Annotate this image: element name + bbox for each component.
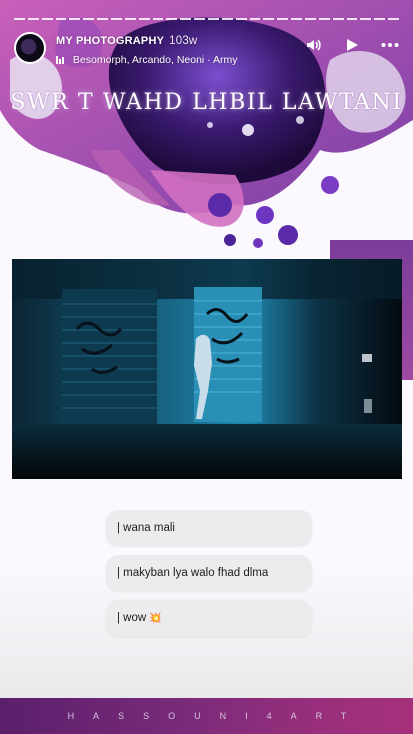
- progress-segment: [69, 18, 81, 20]
- reply-bubble[interactable]: | makyban lya walo fhad dlma: [106, 555, 312, 591]
- music-attribution[interactable]: Besomorph, Arcando, Neoni · Army: [56, 54, 238, 66]
- play-icon[interactable]: [343, 36, 361, 54]
- reply-bubble[interactable]: | wana mali: [106, 510, 312, 546]
- progress-segment: [277, 18, 289, 20]
- avatar[interactable]: [14, 32, 46, 64]
- progress-segment: [97, 18, 109, 20]
- progress-segment: [152, 18, 164, 20]
- story-header: MY PHOTOGRAPHY 103w Besomorph, Arcando, N…: [14, 32, 399, 72]
- progress-segment: [249, 18, 261, 20]
- progress-segment: [111, 18, 122, 20]
- progress-segment: [208, 18, 219, 20]
- story-progress-bar: [14, 18, 400, 20]
- reply-bubble[interactable]: | wow 💥: [106, 600, 312, 636]
- reply-list: | wana mali | makyban lya walo fhad dlma…: [106, 510, 312, 645]
- progress-segment: [291, 18, 303, 20]
- story-controls: [305, 36, 399, 54]
- story-title: SWR T WAHD LHBIL LAWTANI: [10, 90, 403, 115]
- footer-text: HASSOUNI4ART: [67, 711, 366, 721]
- music-bars-icon: [56, 56, 64, 65]
- progress-segment: [318, 18, 330, 20]
- progress-segment: [55, 18, 67, 20]
- progress-segment: [138, 18, 150, 20]
- progress-segment: [305, 18, 316, 20]
- progress-segment: [332, 18, 344, 20]
- progress-segment: [360, 18, 372, 20]
- video-frame[interactable]: [12, 259, 402, 479]
- account-name-text[interactable]: MY PHOTOGRAPHY: [56, 35, 164, 47]
- progress-segment: [124, 18, 136, 20]
- progress-segment: [388, 18, 400, 20]
- progress-segment: [180, 18, 192, 20]
- progress-segment: [235, 18, 247, 20]
- progress-segment: [194, 18, 206, 20]
- progress-segment: [346, 18, 358, 20]
- story-viewer: MY PHOTOGRAPHY 103w Besomorph, Arcando, N…: [0, 0, 413, 734]
- footer-banner: HASSOUNI4ART: [0, 698, 413, 734]
- progress-segment: [83, 18, 95, 20]
- video-scene: [12, 259, 402, 479]
- reply-text: | wana mali: [117, 522, 175, 534]
- music-label[interactable]: Besomorph, Arcando, Neoni · Army: [73, 54, 238, 66]
- progress-segment: [221, 18, 233, 20]
- progress-segment: [263, 18, 275, 20]
- reply-text: | makyban lya walo fhad dlma: [117, 567, 269, 579]
- sparkle-icon: 💥: [149, 613, 162, 624]
- progress-segment: [27, 18, 39, 20]
- post-time: 103w: [169, 35, 198, 47]
- volume-icon[interactable]: [305, 36, 323, 54]
- reply-text: | wow: [117, 612, 147, 624]
- progress-segment: [166, 18, 178, 20]
- account-name[interactable]: MY PHOTOGRAPHY 103w: [56, 35, 197, 47]
- progress-segment: [374, 18, 386, 20]
- more-options-icon[interactable]: [381, 36, 399, 54]
- progress-segment: [41, 18, 53, 20]
- progress-segment: [14, 18, 25, 20]
